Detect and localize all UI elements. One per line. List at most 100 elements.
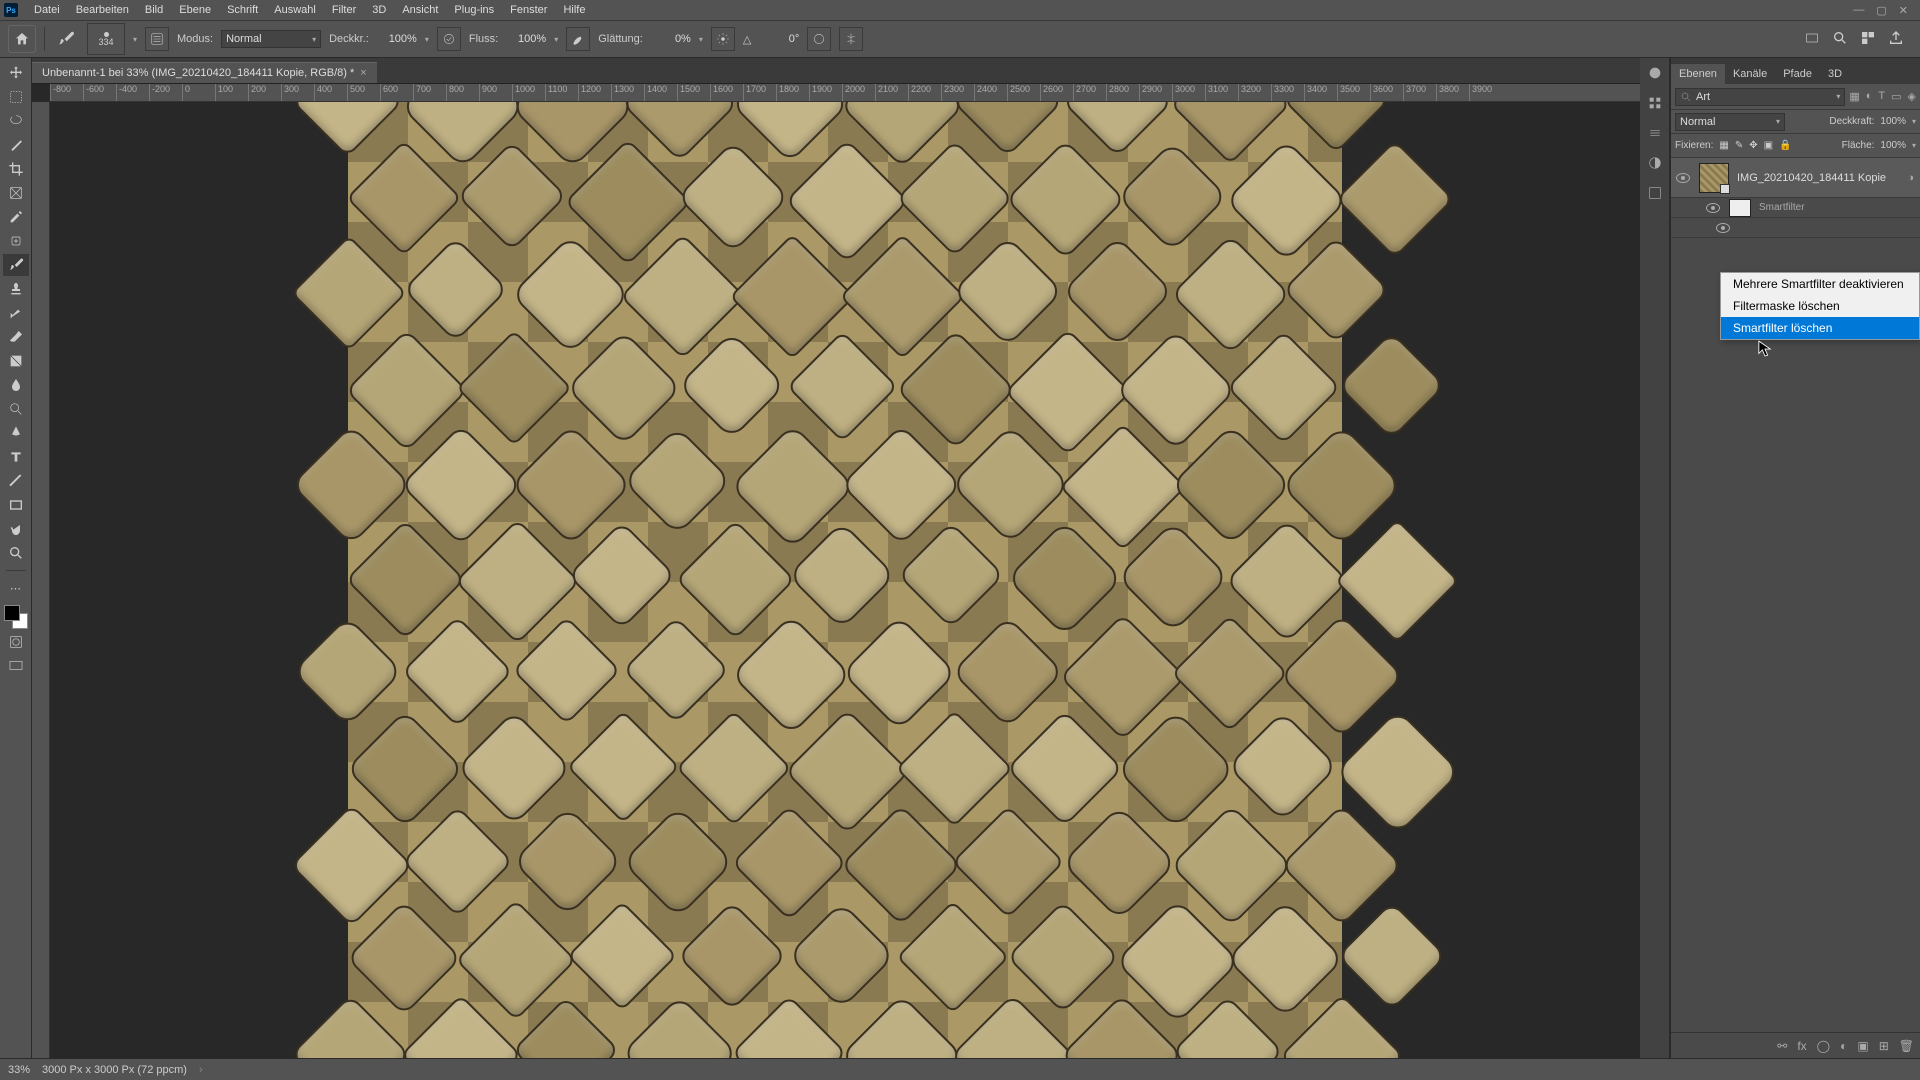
stamp-tool[interactable] (3, 278, 29, 300)
wand-tool[interactable] (3, 134, 29, 156)
zoom-tool[interactable] (3, 542, 29, 564)
blend-mode-dropdown[interactable]: Normal▾ (221, 30, 321, 48)
smartfilter-mask-thumb[interactable] (1729, 199, 1751, 217)
flow-input[interactable]: 100% (506, 33, 546, 45)
cloud-docs-icon[interactable] (1804, 30, 1820, 49)
history-brush-tool[interactable] (3, 302, 29, 324)
type-tool[interactable] (3, 446, 29, 468)
path-tool[interactable] (3, 470, 29, 492)
menu-plugins[interactable]: Plug-ins (446, 4, 502, 16)
menu-auswahl[interactable]: Auswahl (266, 4, 324, 16)
layer-row[interactable]: IMG_20210420_184411 Kopie ◑ (1671, 158, 1920, 198)
visibility-icon[interactable] (1716, 223, 1730, 233)
opacity-pressure-button[interactable] (437, 27, 461, 51)
lock-paint-icon[interactable]: ✎ (1735, 140, 1743, 151)
tab-close-icon[interactable]: × (360, 67, 366, 79)
color-swatches[interactable] (4, 605, 28, 629)
swatches-panel-icon[interactable] (1646, 94, 1664, 112)
delete-icon[interactable]: 🗑 (1899, 1039, 1914, 1053)
workspace-icon[interactable] (1860, 30, 1876, 49)
layer-blend-dropdown[interactable]: Normal▾ (1675, 113, 1785, 131)
menu-hilfe[interactable]: Hilfe (555, 4, 593, 16)
brush-tool-icon[interactable] (53, 26, 79, 52)
close-icon[interactable]: ✕ (1899, 4, 1908, 17)
layer-filter-dropdown[interactable]: Art ▾ (1675, 88, 1845, 106)
tab-ebenen[interactable]: Ebenen (1671, 64, 1725, 84)
ctx-disable-smartfilters[interactable]: Mehrere Smartfilter deaktivieren (1721, 273, 1919, 295)
visibility-icon[interactable] (1706, 203, 1720, 213)
pressure-size-button[interactable] (807, 27, 831, 51)
zoom-level[interactable]: 33% (8, 1064, 30, 1076)
smoothing-input[interactable]: 0% (651, 33, 691, 45)
angle-input[interactable]: 0° (759, 33, 799, 45)
pen-tool[interactable] (3, 422, 29, 444)
symmetry-button[interactable] (839, 27, 863, 51)
fx-icon[interactable]: fx (1797, 1039, 1806, 1053)
maximize-icon[interactable]: ▢ (1876, 4, 1886, 17)
lock-transparency-icon[interactable]: ▦ (1719, 140, 1728, 151)
menu-ansicht[interactable]: Ansicht (394, 4, 446, 16)
lock-artboard-icon[interactable]: ▣ (1764, 140, 1773, 151)
minimize-icon[interactable]: — (1853, 4, 1864, 17)
layer-name[interactable]: IMG_20210420_184411 Kopie (1733, 172, 1907, 184)
tab-kanaele[interactable]: Kanäle (1725, 64, 1775, 84)
opacity-input[interactable]: 100% (377, 33, 417, 45)
blur-tool[interactable] (3, 374, 29, 396)
adjustment-icon[interactable]: ◐ (1840, 1039, 1847, 1053)
layer-thumbnail[interactable] (1699, 163, 1729, 193)
search-icon[interactable] (1832, 30, 1848, 49)
airbrush-button[interactable] (566, 27, 590, 51)
layer-link-icon[interactable]: ◑ (1907, 172, 1920, 184)
ctx-delete-filtermask[interactable]: Filtermaske löschen (1721, 295, 1919, 317)
color-panel-icon[interactable] (1646, 64, 1664, 82)
crop-tool[interactable] (3, 158, 29, 180)
brush-tool[interactable] (3, 254, 29, 276)
smoothing-options-button[interactable] (711, 27, 735, 51)
libraries-panel-icon[interactable] (1646, 184, 1664, 202)
smartfilter-effect-row[interactable] (1671, 218, 1920, 238)
quickmask-tool[interactable] (3, 631, 29, 653)
brush-settings-button[interactable] (145, 27, 169, 51)
filter-type-icon[interactable]: T (1878, 90, 1885, 103)
visibility-icon[interactable] (1676, 173, 1690, 183)
layer-opacity-value[interactable]: 100% (1880, 116, 1906, 127)
menu-3d[interactable]: 3D (364, 4, 394, 16)
filter-adjust-icon[interactable]: ◐ (1866, 90, 1873, 103)
new-layer-icon[interactable]: ⊞ (1879, 1039, 1889, 1053)
document-info[interactable]: 3000 Px x 3000 Px (72 ppcm) (42, 1064, 187, 1076)
screenmode-tool[interactable] (3, 655, 29, 677)
edit-toolbar-icon[interactable]: ⋯ (3, 577, 29, 599)
menu-bild[interactable]: Bild (137, 4, 171, 16)
mask-icon[interactable]: ◯ (1817, 1039, 1830, 1053)
properties-panel-icon[interactable] (1646, 124, 1664, 142)
hand-tool[interactable] (3, 518, 29, 540)
eyedropper-tool[interactable] (3, 206, 29, 228)
lasso-tool[interactable] (3, 110, 29, 132)
menu-datei[interactable]: Datei (26, 4, 68, 16)
filter-smart-icon[interactable]: ◈ (1908, 90, 1916, 103)
menu-bearbeiten[interactable]: Bearbeiten (68, 4, 137, 16)
share-icon[interactable] (1888, 30, 1904, 49)
menu-filter[interactable]: Filter (324, 4, 364, 16)
fill-value[interactable]: 100% (1880, 140, 1906, 151)
eraser-tool[interactable] (3, 326, 29, 348)
menu-ebene[interactable]: Ebene (171, 4, 219, 16)
group-icon[interactable]: ▣ (1857, 1039, 1868, 1053)
link-layers-icon[interactable]: ⚯ (1777, 1039, 1787, 1053)
smartfilter-row[interactable]: Smartfilter (1671, 198, 1920, 218)
lock-position-icon[interactable]: ✥ (1749, 140, 1757, 151)
brush-preset-picker[interactable]: 334 (87, 23, 125, 55)
home-button[interactable] (8, 25, 36, 53)
filter-pixel-icon[interactable]: ▦ (1849, 90, 1859, 103)
frame-tool[interactable] (3, 182, 29, 204)
marquee-tool[interactable] (3, 86, 29, 108)
move-tool[interactable] (3, 62, 29, 84)
ctx-delete-smartfilter[interactable]: Smartfilter löschen (1721, 317, 1919, 339)
menu-schrift[interactable]: Schrift (219, 4, 266, 16)
dodge-tool[interactable] (3, 398, 29, 420)
tab-pfade[interactable]: Pfade (1775, 64, 1820, 84)
filter-shape-icon[interactable]: ▭ (1891, 90, 1901, 103)
gradient-tool[interactable] (3, 350, 29, 372)
rectangle-tool[interactable] (3, 494, 29, 516)
document-tab[interactable]: Unbenannt-1 bei 33% (IMG_20210420_184411… (32, 62, 377, 83)
